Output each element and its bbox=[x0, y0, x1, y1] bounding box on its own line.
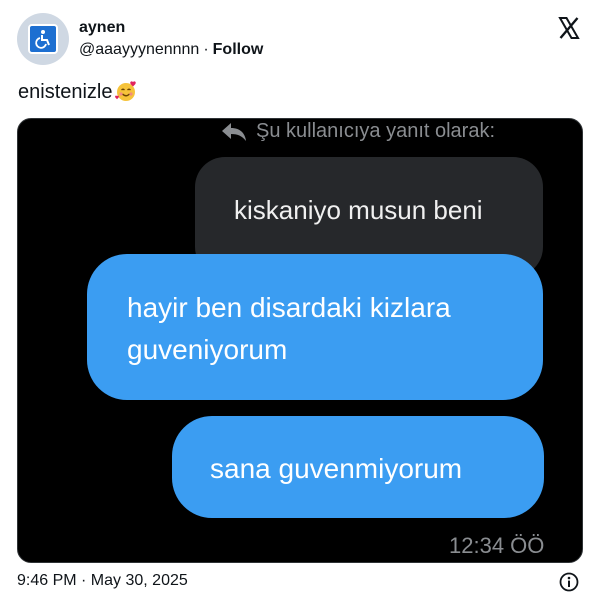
message-line: guveniyorum bbox=[127, 334, 288, 365]
follow-button[interactable]: Follow bbox=[213, 41, 264, 58]
tweet-text: enistenizle bbox=[18, 81, 113, 103]
reply-arrow-icon bbox=[222, 122, 246, 141]
tweet-text-row: enistenizle bbox=[18, 80, 138, 104]
sent-message-bubble: sana guvenmiyorum bbox=[172, 416, 544, 518]
separator-dot: · bbox=[203, 41, 209, 58]
message-time: 12:34 ÖÖ bbox=[449, 533, 545, 558]
tweet-timestamp[interactable]: 9:46 PM · May 30, 2025 bbox=[17, 572, 188, 590]
author-display-name[interactable]: aynen bbox=[79, 19, 125, 37]
smiling-face-with-hearts-icon bbox=[114, 80, 138, 102]
author-handle[interactable]: @aaayyynennnn bbox=[79, 41, 199, 58]
reply-label-text: Şu kullanıcıya yanıt olarak: bbox=[256, 120, 496, 142]
reply-label: Şu kullanıcıya yanıt olarak: bbox=[220, 120, 495, 143]
avatar[interactable] bbox=[17, 13, 69, 65]
x-logo-icon[interactable] bbox=[557, 16, 581, 40]
quoted-message-text: kiskaniyo musun beni bbox=[234, 195, 483, 225]
sent-message-bubble: hayir ben disardaki kizlara guveniyorum bbox=[87, 254, 543, 400]
author-handle-row: @aaayyynennnn · Follow bbox=[79, 41, 263, 59]
message-line: sana guvenmiyorum bbox=[210, 453, 463, 484]
message-line: hayir ben disardaki kizlara bbox=[127, 292, 451, 323]
info-icon[interactable] bbox=[559, 572, 579, 592]
wheelchair-sign-icon bbox=[28, 24, 58, 54]
tweet-card: aynen @aaayyynennnn · Follow enistenizle Ş… bbox=[0, 0, 600, 613]
